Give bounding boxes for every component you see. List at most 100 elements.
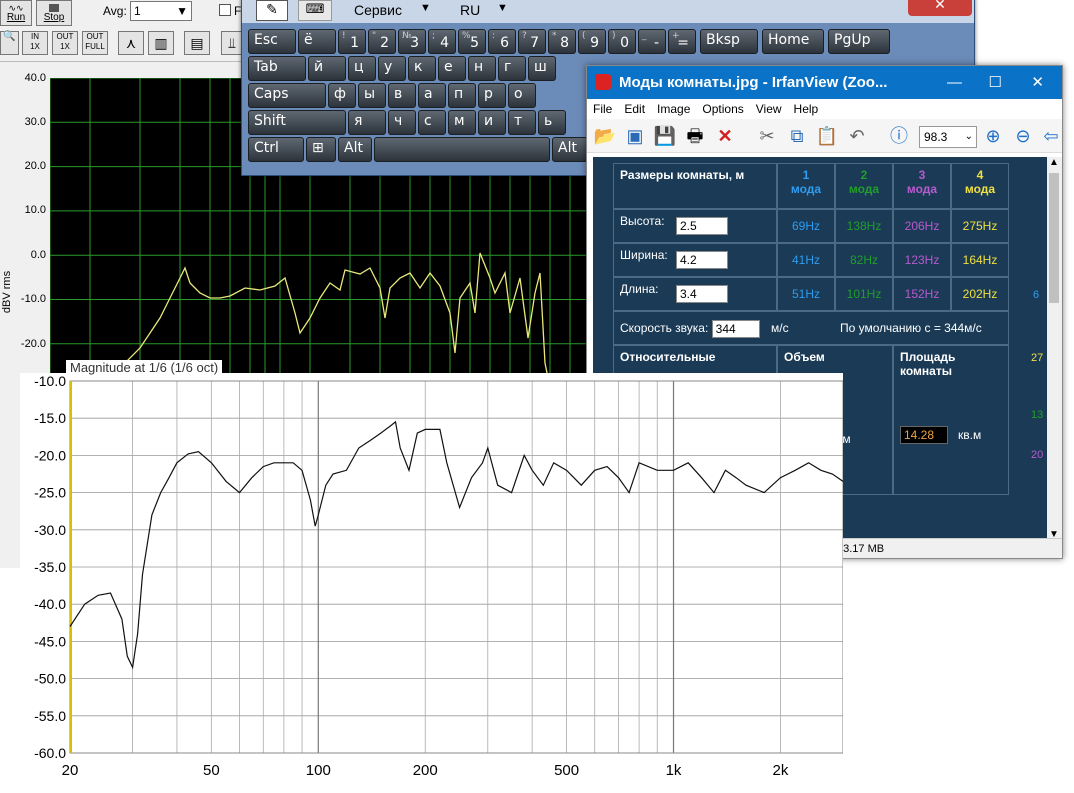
zoom-out-icon[interactable]: ⊖ bbox=[1011, 124, 1035, 148]
zoom-out-1x-button[interactable]: OUT 1X bbox=[52, 31, 78, 55]
menu-edit[interactable]: Edit bbox=[624, 102, 645, 116]
key[interactable]: н bbox=[468, 56, 496, 81]
minimize-icon[interactable]: — bbox=[947, 66, 962, 99]
dark-y-tick: 30.0 bbox=[24, 116, 46, 128]
height-input[interactable]: 2.5 bbox=[676, 217, 728, 235]
pen-icon[interactable]: ✎ bbox=[256, 0, 288, 21]
length-input[interactable]: 3.4 bbox=[676, 285, 728, 303]
key[interactable]: PgUp bbox=[828, 29, 890, 54]
zoom-out-full-button[interactable]: OUT FULL bbox=[82, 31, 108, 55]
zoom-in-icon[interactable]: ⊕ bbox=[981, 124, 1005, 148]
menu-view[interactable]: View bbox=[756, 102, 782, 116]
key[interactable]: Caps bbox=[248, 83, 326, 108]
key[interactable]: ш bbox=[528, 56, 556, 81]
scroll-up-icon[interactable]: ▲ bbox=[1049, 157, 1059, 168]
key[interactable]: ц bbox=[348, 56, 376, 81]
series-line bbox=[69, 420, 844, 670]
key[interactable]: м bbox=[448, 110, 476, 135]
sound-speed-label: Скорость звука: bbox=[620, 321, 709, 335]
key[interactable]: ; 4 bbox=[428, 29, 456, 54]
language-menu[interactable]: RU bbox=[460, 2, 480, 18]
menu-image[interactable]: Image bbox=[657, 102, 690, 116]
key[interactable]: _ - bbox=[638, 29, 666, 54]
table-icon[interactable]: ▤ bbox=[184, 31, 210, 55]
open-folder-icon[interactable]: 📂 bbox=[593, 124, 617, 148]
key[interactable] bbox=[374, 137, 550, 162]
maximize-icon[interactable]: ☐ bbox=[989, 66, 1002, 99]
key[interactable]: е bbox=[438, 56, 466, 81]
marker-icon[interactable]: ⫫ bbox=[221, 31, 243, 55]
key[interactable]: Shift bbox=[248, 110, 346, 135]
vertical-scrollbar[interactable]: ▲ ▼ bbox=[1047, 157, 1062, 540]
key[interactable]: г bbox=[498, 56, 526, 81]
key[interactable]: р bbox=[478, 83, 506, 108]
key[interactable]: к bbox=[408, 56, 436, 81]
key[interactable]: ь bbox=[538, 110, 566, 135]
key[interactable]: ! 1 bbox=[338, 29, 366, 54]
key[interactable]: % 5 bbox=[458, 29, 486, 54]
sound-speed-input[interactable]: 344 bbox=[711, 319, 760, 338]
previous-icon[interactable]: ⇦ bbox=[1039, 124, 1063, 148]
key[interactable]: " 2 bbox=[368, 29, 396, 54]
copy-icon[interactable]: ⧉ bbox=[785, 124, 809, 148]
key[interactable]: ы bbox=[358, 83, 386, 108]
f-checkbox[interactable] bbox=[219, 4, 231, 16]
key[interactable]: ) 0 bbox=[608, 29, 636, 54]
menu-file[interactable]: File bbox=[593, 102, 612, 116]
key[interactable]: ? 7 bbox=[518, 29, 546, 54]
close-icon[interactable]: ✕ bbox=[1031, 66, 1044, 99]
key[interactable]: т bbox=[508, 110, 536, 135]
close-button[interactable]: ✕ bbox=[908, 0, 972, 16]
key[interactable]: + = bbox=[668, 29, 696, 54]
menu-options[interactable]: Options bbox=[702, 102, 743, 116]
paste-icon[interactable]: 📋 bbox=[815, 124, 839, 148]
keyboard-icon[interactable]: ⌨ bbox=[298, 0, 332, 21]
key[interactable]: ч bbox=[388, 110, 416, 135]
key[interactable]: у bbox=[378, 56, 406, 81]
key[interactable]: № 3 bbox=[398, 29, 426, 54]
slideshow-icon[interactable]: ▣ bbox=[623, 124, 647, 148]
key[interactable]: Bksp bbox=[700, 29, 758, 54]
delete-icon[interactable]: ✕ bbox=[713, 124, 737, 148]
avg-select[interactable]: 1 ▼ bbox=[130, 1, 192, 21]
key[interactable]: Home bbox=[762, 29, 824, 54]
key[interactable]: я bbox=[348, 110, 386, 135]
service-menu[interactable]: Сервис bbox=[354, 2, 402, 18]
line-mode-icon[interactable]: ⋏ bbox=[118, 31, 144, 55]
key[interactable]: й bbox=[308, 56, 346, 81]
zoom-select[interactable]: 98.3 ⌄ bbox=[919, 126, 977, 148]
cut-icon[interactable]: ✂ bbox=[755, 124, 779, 148]
key[interactable]: п bbox=[448, 83, 476, 108]
width-input[interactable]: 4.2 bbox=[676, 251, 728, 269]
key[interactable]: Esc bbox=[248, 29, 296, 54]
bar-mode-icon[interactable]: ▥ bbox=[148, 31, 174, 55]
key[interactable]: :6 bbox=[488, 29, 516, 54]
info-icon[interactable]: ⓘ bbox=[887, 124, 911, 148]
key[interactable]: а bbox=[418, 83, 446, 108]
key[interactable]: и bbox=[478, 110, 506, 135]
key[interactable]: * 8 bbox=[548, 29, 576, 54]
undo-icon[interactable]: ↶ bbox=[845, 124, 869, 148]
key[interactable]: Tab bbox=[248, 56, 306, 81]
key[interactable]: о bbox=[508, 83, 536, 108]
key[interactable]: Ctrl bbox=[248, 137, 304, 162]
key[interactable]: Alt bbox=[552, 137, 588, 162]
key[interactable]: (9 bbox=[578, 29, 606, 54]
save-icon[interactable]: 💾 bbox=[653, 124, 677, 148]
scroll-thumb[interactable] bbox=[1049, 173, 1059, 303]
key[interactable]: с bbox=[418, 110, 446, 135]
menu-help[interactable]: Help bbox=[794, 102, 819, 116]
stop-button[interactable]: Stop bbox=[36, 0, 72, 26]
key-label: к bbox=[414, 59, 423, 75]
key[interactable]: Alt bbox=[338, 137, 372, 162]
print-icon[interactable]: 🖶 bbox=[683, 124, 707, 148]
avg-value: 1 bbox=[134, 4, 141, 18]
key[interactable]: в bbox=[388, 83, 416, 108]
zoom-in-1x-button[interactable]: IN 1X bbox=[22, 31, 48, 55]
freq-cell: 69Hz bbox=[777, 209, 835, 243]
zoom-icon[interactable]: 🔍 bbox=[0, 31, 19, 55]
key[interactable]: ё bbox=[298, 29, 336, 54]
key[interactable]: ⊞ bbox=[306, 137, 336, 162]
key[interactable]: ф bbox=[328, 83, 356, 108]
run-button[interactable]: ∿∿ Run bbox=[0, 0, 32, 26]
